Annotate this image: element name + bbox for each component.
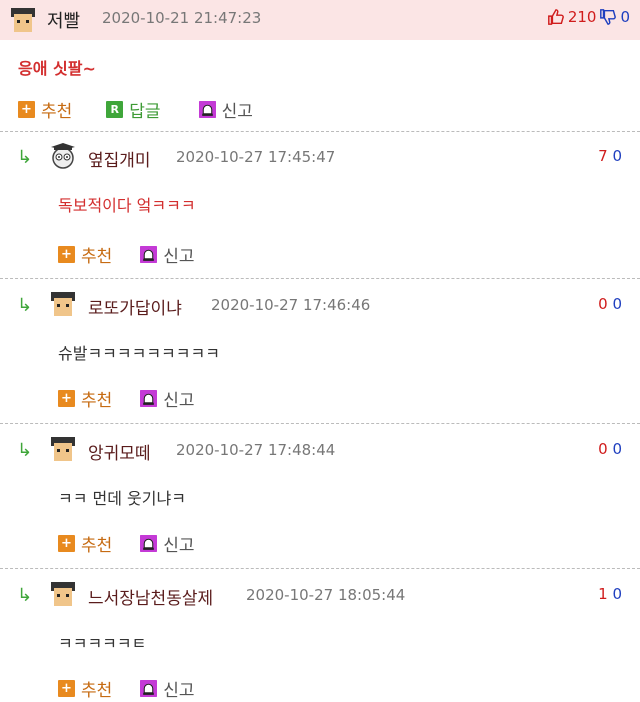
downvote-count: 0 xyxy=(612,147,622,165)
siren-icon xyxy=(140,390,158,407)
reply-arrow-icon: ↳ xyxy=(17,440,33,461)
downvote-count: 0 xyxy=(612,295,622,313)
divider xyxy=(0,278,640,279)
reply-comment: ↳ 느서장남천동살제 2020-10-27 18:05:44 1 0 ㅋㅋㅋㅋㅋ… xyxy=(0,572,640,702)
comment-body: ㅋㅋ 먼데 웃기냐ㅋ xyxy=(58,489,186,508)
reply-label: 답글 xyxy=(129,102,161,122)
siren-icon xyxy=(140,246,158,263)
reply-button[interactable]: R 답글 xyxy=(106,97,161,122)
reply-arrow-icon: ↳ xyxy=(17,585,33,606)
recommend-label: 추천 xyxy=(41,102,73,122)
comment-body: 응애 싯팔~ xyxy=(18,59,96,78)
downvote-count: 0 xyxy=(620,8,630,26)
comment-actions: + 추천 R 답글 신고 xyxy=(18,97,253,122)
avatar-icon[interactable] xyxy=(48,434,78,464)
report-button[interactable]: 신고 xyxy=(140,531,195,556)
siren-icon xyxy=(140,535,158,552)
report-label: 신고 xyxy=(163,681,195,701)
author-nickname[interactable]: 로또가답이냐 xyxy=(88,294,182,319)
recommend-label: 추천 xyxy=(81,247,113,267)
comment-date: 2020-10-27 17:45:47 xyxy=(176,148,336,166)
thumbs-up-icon[interactable] xyxy=(547,8,565,26)
recommend-button[interactable]: + 추천 xyxy=(58,531,112,556)
author-nickname[interactable]: 느서장남천동살제 xyxy=(88,584,213,609)
downvote-count: 0 xyxy=(612,440,622,458)
author-nickname[interactable]: 앙귀모떼 xyxy=(88,439,151,464)
upvote-count: 210 xyxy=(567,8,597,26)
report-label: 신고 xyxy=(221,102,253,122)
recommend-button[interactable]: + 추천 xyxy=(58,242,112,267)
siren-icon xyxy=(198,101,216,118)
reply-icon: R xyxy=(106,101,124,118)
recommend-button[interactable]: + 추천 xyxy=(58,386,112,411)
comment-body: 독보적이다 엌ㅋㅋㅋ xyxy=(58,196,196,215)
upvote-count: 7 xyxy=(598,147,608,165)
upvote-count: 0 xyxy=(598,440,608,458)
recommend-label: 추천 xyxy=(81,536,113,556)
avatar-icon[interactable] xyxy=(48,289,78,319)
plus-icon: + xyxy=(18,101,35,118)
comment-actions: + 추천 신고 xyxy=(58,531,195,556)
plus-icon: + xyxy=(58,680,75,697)
report-button[interactable]: 신고 xyxy=(140,676,195,701)
vote-counts: 7 0 xyxy=(598,147,622,165)
thumbs-down-icon[interactable] xyxy=(599,8,617,26)
comment-body: 슈발ㅋㅋㅋㅋㅋㅋㅋㅋㅋ xyxy=(58,344,220,363)
author-nickname[interactable]: 저빨 xyxy=(47,7,80,33)
comment-actions: + 추천 신고 xyxy=(58,242,195,267)
siren-icon xyxy=(140,680,158,697)
comment-actions: + 추천 신고 xyxy=(58,676,195,701)
reply-arrow-icon: ↳ xyxy=(17,147,33,168)
comment-actions: + 추천 신고 xyxy=(58,386,195,411)
vote-counts: 210 0 xyxy=(547,8,630,26)
report-button[interactable]: 신고 xyxy=(140,242,195,267)
comment-date: 2020-10-21 21:47:23 xyxy=(102,9,262,27)
reply-arrow-icon: ↳ xyxy=(17,295,33,316)
top-comment-header: 저빨 2020-10-21 21:47:23 210 0 xyxy=(0,0,640,40)
vote-counts: 1 0 xyxy=(598,585,622,603)
comment-date: 2020-10-27 17:48:44 xyxy=(176,441,336,459)
comment-date: 2020-10-27 18:05:44 xyxy=(246,586,406,604)
report-label: 신고 xyxy=(163,391,195,411)
reply-comment: ↳ 로또가답이냐 2020-10-27 17:46:46 0 0 슈발ㅋㅋㅋㅋㅋ… xyxy=(0,282,640,422)
downvote-count: 0 xyxy=(612,585,622,603)
vote-counts: 0 0 xyxy=(598,440,622,458)
avatar-icon[interactable] xyxy=(48,579,78,609)
divider xyxy=(0,131,640,132)
comment-date: 2020-10-27 17:46:46 xyxy=(211,296,371,314)
plus-icon: + xyxy=(58,535,75,552)
upvote-count: 1 xyxy=(598,585,608,603)
report-label: 신고 xyxy=(163,247,195,267)
report-label: 신고 xyxy=(163,536,195,556)
reply-comment: ↳ 옆집개미 2020-10-27 17:45:47 7 0 독보적이다 엌ㅋㅋ… xyxy=(0,134,640,274)
reply-comment: ↳ 앙귀모떼 2020-10-27 17:48:44 0 0 ㅋㅋ 먼데 웃기냐… xyxy=(0,427,640,567)
comment-body: ㅋㅋㅋㅋㅋㅌ xyxy=(58,634,147,653)
report-button[interactable]: 신고 xyxy=(140,386,195,411)
avatar-icon[interactable] xyxy=(8,5,38,35)
author-nickname[interactable]: 옆집개미 xyxy=(88,146,151,171)
recommend-button[interactable]: + 추천 xyxy=(18,97,72,122)
divider xyxy=(0,423,640,424)
top-comment: 저빨 2020-10-21 21:47:23 210 0 응애 싯팔~ + 추천… xyxy=(0,0,640,122)
plus-icon: + xyxy=(58,390,75,407)
plus-icon: + xyxy=(58,246,75,263)
recommend-label: 추천 xyxy=(81,391,113,411)
report-button[interactable]: 신고 xyxy=(198,97,253,122)
recommend-button[interactable]: + 추천 xyxy=(58,676,112,701)
owl-avatar-icon[interactable] xyxy=(48,141,78,171)
divider xyxy=(0,568,640,569)
vote-counts: 0 0 xyxy=(598,295,622,313)
recommend-label: 추천 xyxy=(81,681,113,701)
upvote-count: 0 xyxy=(598,295,608,313)
